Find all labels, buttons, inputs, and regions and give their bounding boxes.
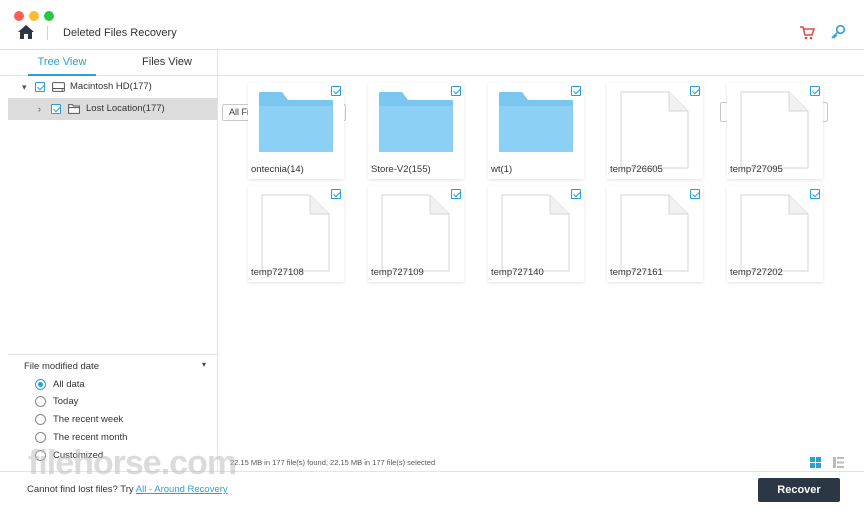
document-icon: [740, 91, 809, 169]
cart-icon[interactable]: [799, 25, 815, 40]
file-card-temp727202[interactable]: temp727202: [727, 186, 823, 282]
document-icon: [381, 194, 450, 272]
sidebar-divider: [217, 50, 218, 471]
title-divider: [47, 26, 48, 40]
footer-bar: Cannot find lost files? Try All - Around…: [0, 471, 864, 515]
tree-checkbox[interactable]: [51, 104, 61, 114]
file-card-wt[interactable]: wt(1): [488, 83, 584, 179]
file-name: temp727161: [610, 267, 663, 278]
file-name: Store-V2(155): [371, 164, 431, 175]
document-icon: [740, 194, 809, 272]
file-name: temp726605: [610, 164, 663, 175]
key-icon[interactable]: [830, 24, 846, 40]
file-name: ontecnia(14): [251, 164, 304, 175]
tab-tree-view[interactable]: Tree View: [28, 50, 96, 76]
date-filter-title: File modified date: [24, 361, 99, 372]
tree-checkbox[interactable]: [35, 82, 45, 92]
folder-icon: [499, 92, 573, 152]
file-checkbox[interactable]: [331, 189, 341, 199]
recover-button[interactable]: Recover: [758, 478, 840, 502]
file-card-temp727109[interactable]: temp727109: [368, 186, 464, 282]
radio-label: All data: [53, 379, 85, 390]
tree-item-label: Lost Location(177): [86, 103, 165, 114]
help-prompt-text: Cannot find lost files? Try: [27, 484, 136, 495]
tab-files-view[interactable]: Files View: [133, 50, 201, 76]
file-card-temp727161[interactable]: temp727161: [607, 186, 703, 282]
radio-label: Customized: [53, 450, 104, 461]
file-card-temp727095[interactable]: temp727095: [727, 83, 823, 179]
filter-divider: [8, 354, 217, 355]
status-text: 22.15 MB in 177 file(s) found, 22.15 MB …: [230, 458, 436, 467]
file-name: temp727202: [730, 267, 783, 278]
radio-button[interactable]: [35, 432, 46, 443]
radio-button[interactable]: [35, 414, 46, 425]
tree-item-label: Macintosh HD(177): [70, 81, 152, 92]
tree-item-macintosh-hd[interactable]: ▾ Macintosh HD(177): [8, 76, 217, 98]
title-bar: Deleted Files Recovery: [0, 0, 864, 50]
radio-label: The recent week: [53, 414, 124, 425]
radio-button[interactable]: [35, 379, 46, 390]
app-title: Deleted Files Recovery: [63, 27, 177, 39]
file-checkbox[interactable]: [810, 86, 820, 96]
window-maximize-button[interactable]: [44, 11, 54, 21]
radio-button[interactable]: [35, 450, 46, 461]
folder-outline-icon: [68, 104, 80, 114]
file-card-temp726605[interactable]: temp726605: [607, 83, 703, 179]
expand-arrow-icon[interactable]: ▾: [22, 76, 27, 98]
all-around-recovery-link[interactable]: All - Around Recovery: [136, 484, 228, 495]
radio-label: The recent month: [53, 432, 128, 443]
toolbar-row: Tree View Files View All File Types: [0, 50, 864, 122]
document-icon: [501, 194, 570, 272]
home-icon[interactable]: [17, 24, 35, 40]
file-checkbox[interactable]: [690, 189, 700, 199]
help-prompt: Cannot find lost files? Try All - Around…: [27, 484, 228, 495]
file-card-ontecnia[interactable]: ontecnia(14): [248, 83, 344, 179]
file-name: temp727095: [730, 164, 783, 175]
window-minimize-button[interactable]: [29, 11, 39, 21]
expand-arrow-icon[interactable]: ›: [38, 98, 41, 120]
radio-button[interactable]: [35, 396, 46, 407]
hard-drive-icon: [52, 82, 65, 92]
document-icon: [620, 91, 689, 169]
file-name: temp727140: [491, 267, 544, 278]
file-card-temp727108[interactable]: temp727108: [248, 186, 344, 282]
folder-icon: [259, 92, 333, 152]
list-view-icon[interactable]: [833, 457, 844, 468]
file-checkbox[interactable]: [451, 189, 461, 199]
file-card-store-v2[interactable]: Store-V2(155): [368, 83, 464, 179]
window-close-button[interactable]: [14, 11, 24, 21]
file-checkbox[interactable]: [810, 189, 820, 199]
file-checkbox[interactable]: [690, 86, 700, 96]
chevron-down-icon[interactable]: ▾: [202, 360, 206, 369]
file-card-temp727140[interactable]: temp727140: [488, 186, 584, 282]
radio-label: Today: [53, 396, 79, 407]
grid-view-icon[interactable]: [810, 457, 821, 468]
file-name: temp727109: [371, 267, 424, 278]
file-checkbox[interactable]: [571, 189, 581, 199]
file-name: temp727108: [251, 267, 304, 278]
document-icon: [261, 194, 330, 272]
tree-item-lost-location[interactable]: › Lost Location(177): [8, 98, 217, 120]
document-icon: [620, 194, 689, 272]
folder-icon: [379, 92, 453, 152]
file-name: wt(1): [491, 164, 513, 175]
